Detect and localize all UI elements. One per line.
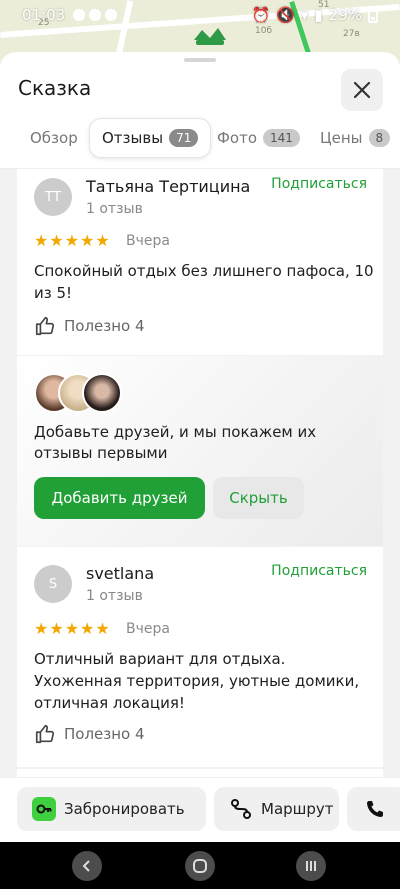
reviewer-review-count: 1 отзыв <box>86 201 143 217</box>
tab-overview[interactable]: Обзор <box>30 118 78 158</box>
book-label: Забронировать <box>64 800 185 818</box>
route-button[interactable]: Маршрут <box>214 787 339 831</box>
back-nav-button[interactable] <box>72 851 102 881</box>
reviewer-review-count: 1 отзыв <box>86 588 143 604</box>
tab-label: Фото <box>217 129 258 147</box>
alarm-icon: ⏰ <box>251 6 271 24</box>
avatar <box>82 373 122 413</box>
mute-icon: 🔇 <box>276 6 295 24</box>
tabs-bar: Обзор Отзывы 71 Фото 141 Цены 8 <box>0 118 400 160</box>
recents-nav-button[interactable] <box>296 851 326 881</box>
tab-count-badge: 71 <box>169 129 199 147</box>
useful-button[interactable]: Полезно 4 <box>34 315 145 337</box>
app-notification-icon <box>73 9 86 21</box>
place-bottom-sheet: Сказка Обзор Отзывы 71 Фото 141 Цены 8 Т… <box>0 52 400 842</box>
friends-avatars <box>34 373 124 413</box>
phone-icon <box>363 797 387 821</box>
review-date: Вчера <box>126 621 170 637</box>
review-text: Отличный вариант для отдыха. Ухоженная т… <box>34 650 360 712</box>
route-icon <box>229 797 253 821</box>
thumbs-up-icon <box>35 724 54 744</box>
rating-stars: ★ ★ ★ ★ ★ <box>34 233 110 249</box>
home-icon <box>193 859 207 873</box>
review-text: Спокойный отдых без лишнего пафоса, 10 и… <box>34 262 374 302</box>
tab-prices[interactable]: Цены 8 <box>320 118 391 158</box>
rating-stars: ★ ★ ★ ★ ★ <box>34 621 110 637</box>
signal-icon: ▮ <box>314 6 323 24</box>
star-icon: ★ <box>80 619 95 638</box>
home-nav-button[interactable] <box>185 851 215 881</box>
place-title: Сказка <box>18 76 92 100</box>
add-friends-button[interactable]: Добавить друзей <box>34 477 205 519</box>
close-button[interactable] <box>341 69 383 111</box>
reviewer-name[interactable]: svetlana <box>86 564 154 583</box>
key-icon <box>32 797 56 821</box>
system-navigation-bar <box>0 842 400 889</box>
status-time: 01:03 <box>22 6 66 24</box>
tab-label: Обзор <box>30 129 78 147</box>
avatar[interactable]: S <box>34 565 72 603</box>
back-icon <box>82 860 90 872</box>
star-icon: ★ <box>95 231 110 250</box>
star-icon: ★ <box>49 619 64 638</box>
battery-icon <box>368 7 378 23</box>
star-icon: ★ <box>95 619 110 638</box>
reviewer-name[interactable]: Татьяна Тертицина <box>86 177 250 196</box>
close-icon <box>353 81 371 99</box>
star-icon: ★ <box>80 231 95 250</box>
map-label: 27в <box>343 29 360 39</box>
star-icon: ★ <box>34 231 49 250</box>
thumbs-up-icon <box>35 316 54 336</box>
useful-label: Полезно 4 <box>64 317 145 335</box>
book-button[interactable]: Забронировать <box>17 787 206 831</box>
star-icon: ★ <box>49 231 64 250</box>
review-card: S svetlana 1 отзыв Подписаться ★ ★ ★ ★ ★ Вче… <box>17 547 383 767</box>
wifi-icon: ▾ <box>300 6 309 24</box>
tab-count-badge: 8 <box>368 129 391 147</box>
review-card: ТТ Татьяна Тертицина 1 отзыв Подписаться… <box>17 169 383 355</box>
useful-label: Полезно 4 <box>64 725 145 743</box>
tab-reviews[interactable]: Отзывы 71 <box>89 118 212 158</box>
subscribe-button[interactable]: Подписаться <box>271 176 367 192</box>
star-icon: ★ <box>64 231 80 250</box>
app-notification-icon <box>89 9 102 21</box>
star-icon: ★ <box>34 619 49 638</box>
tab-photos[interactable]: Фото 141 <box>217 118 300 158</box>
call-button[interactable] <box>347 787 400 831</box>
review-date: Вчера <box>126 233 170 249</box>
tab-label: Отзывы <box>102 129 164 147</box>
notification-icons <box>73 9 118 21</box>
route-label: Маршрут <box>261 800 334 818</box>
hide-button[interactable]: Скрыть <box>213 477 304 519</box>
recents-icon <box>306 861 316 871</box>
status-bar: 01:03 ⏰ 🔇 ▾ ▮ 29% <box>0 0 400 30</box>
add-friends-promo: Добавьте друзей, и мы покажем их отзывы … <box>17 356 383 546</box>
useful-button[interactable]: Полезно 4 <box>34 723 145 745</box>
subscribe-button[interactable]: Подписаться <box>271 563 367 579</box>
app-notification-icon <box>105 9 118 21</box>
tab-count-badge: 141 <box>263 129 300 147</box>
action-bar: Забронировать Маршрут <box>0 777 400 842</box>
tab-label: Цены <box>320 129 363 147</box>
star-icon: ★ <box>64 619 80 638</box>
reviews-list[interactable]: ТТ Татьяна Тертицина 1 отзыв Подписаться… <box>0 169 400 829</box>
avatar[interactable]: ТТ <box>34 178 72 216</box>
sheet-drag-handle[interactable] <box>184 58 216 62</box>
add-friends-text: Добавьте друзей, и мы покажем их отзывы … <box>34 423 317 462</box>
battery-percent: 29% <box>328 6 362 24</box>
